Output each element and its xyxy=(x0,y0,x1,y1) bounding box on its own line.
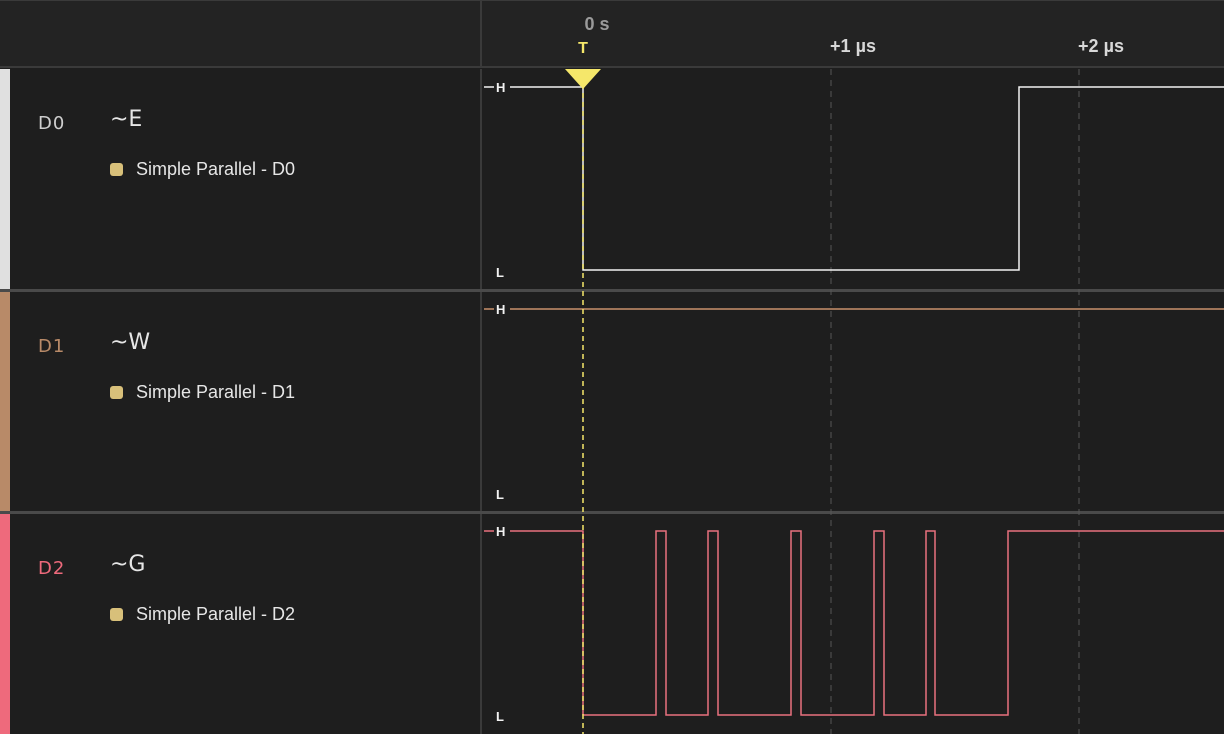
level-label-low: L xyxy=(496,709,504,724)
level-label-high: H xyxy=(496,302,505,317)
level-label-low: L xyxy=(496,487,504,502)
waveform-area[interactable]: H L H L H L xyxy=(0,0,1224,734)
level-label-low: L xyxy=(496,265,504,280)
level-label-high: H xyxy=(496,80,505,95)
trigger-label[interactable]: T xyxy=(578,40,588,58)
trigger-marker-icon[interactable] xyxy=(565,69,601,89)
waveform-d0 xyxy=(510,86,1224,271)
waveform-d2 xyxy=(510,530,1224,716)
level-label-high: H xyxy=(496,524,505,539)
